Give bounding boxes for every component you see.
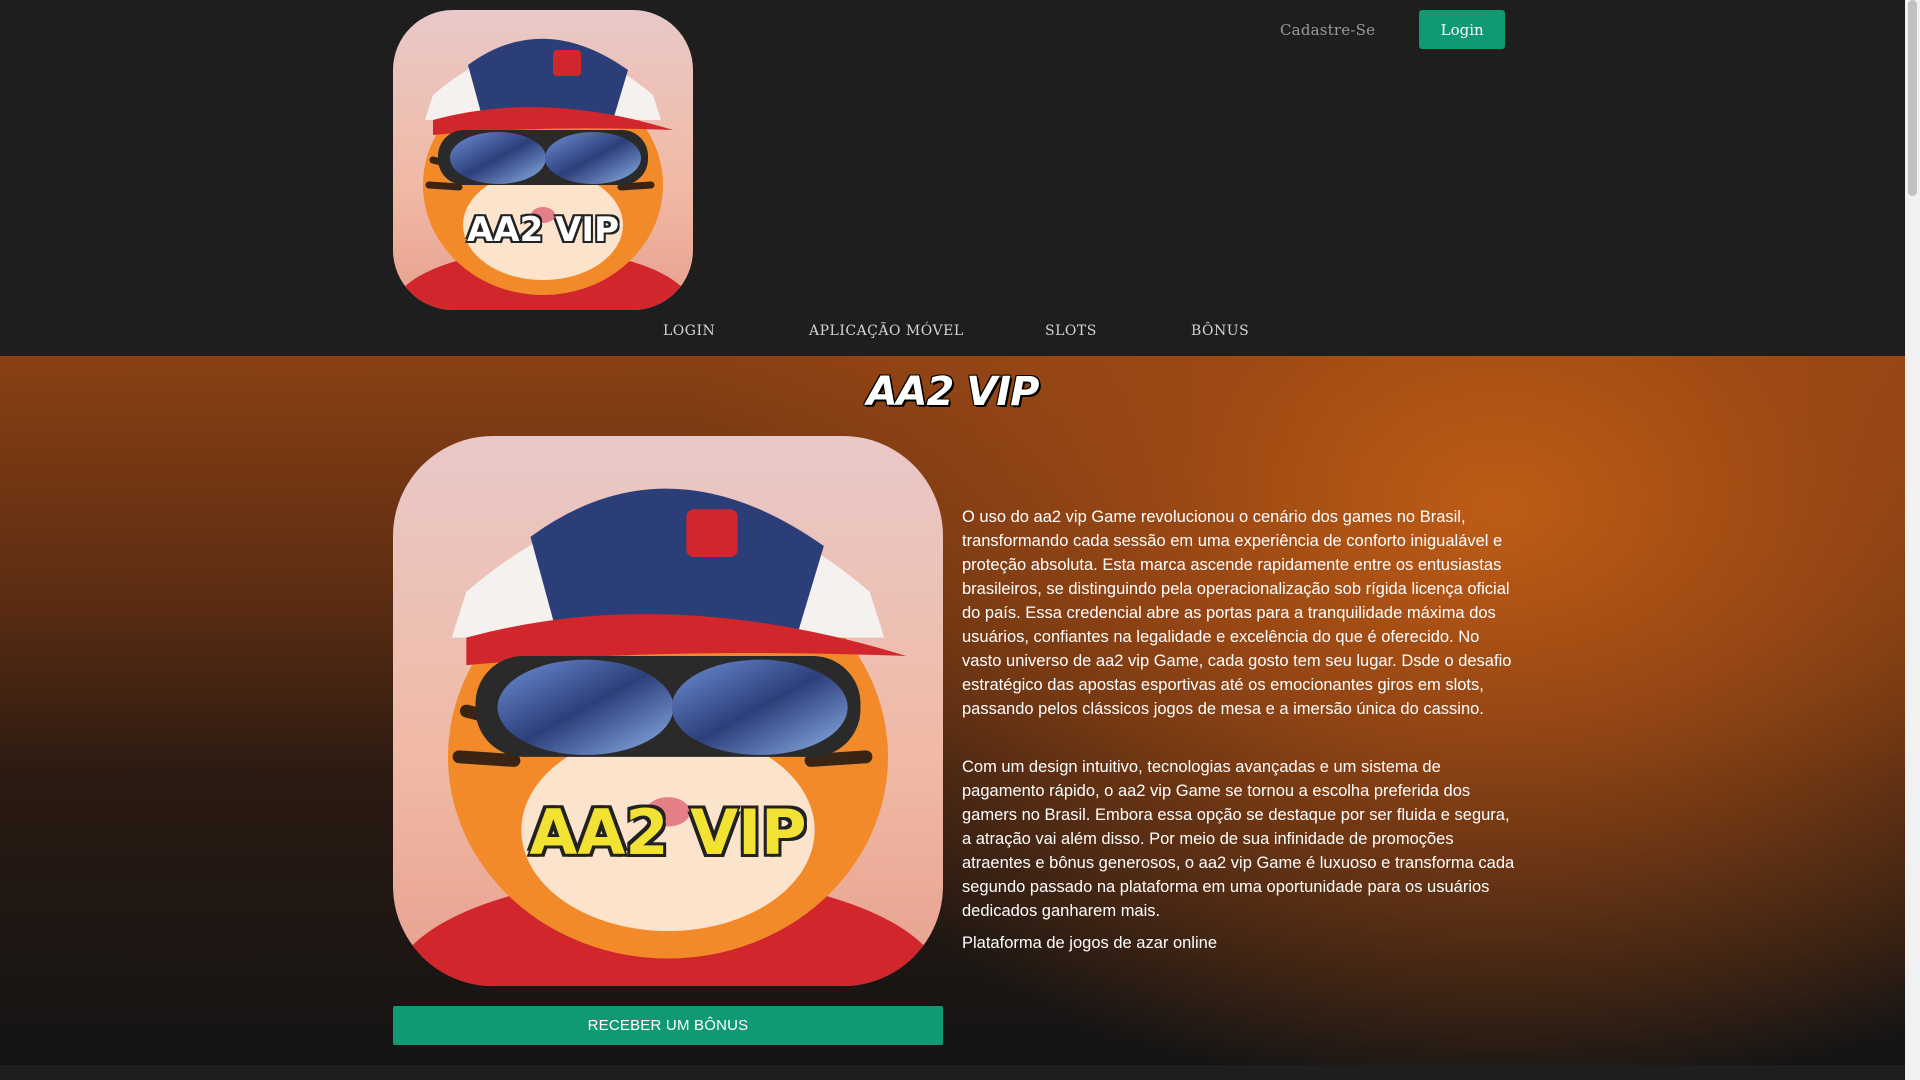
scrollbar-thumb[interactable] — [1908, 0, 1917, 196]
nav-item-slots[interactable]: SLOTS — [1045, 323, 1097, 339]
tiger-mascot-logo-image — [393, 10, 693, 310]
footer-strip — [0, 1065, 1905, 1080]
hero-description: O uso do aa2 vip Game revolucionou o cen… — [962, 505, 1517, 989]
hero-tagline: Plataforma de jogos de azar online — [962, 934, 1217, 952]
hero-image: AA2 VIP — [393, 436, 943, 986]
tiger-mascot-hero-image — [393, 436, 943, 986]
hero-paragraph-2: Com um design intuitivo, tecnologias ava… — [962, 758, 1515, 920]
login-button[interactable]: Login — [1419, 10, 1506, 49]
nav-item-bonus[interactable]: BÔNUS — [1191, 323, 1249, 339]
register-link[interactable]: Cadastre-Se — [1280, 21, 1375, 39]
site-logo[interactable]: AA2 VIP — [393, 10, 693, 310]
hero-section: AA2 VIP AA2 VIP O uso do aa2 vip Game re… — [0, 356, 1905, 1065]
auth-actions: Cadastre-Se Login — [1280, 10, 1506, 49]
hero-paragraph-1: O uso do aa2 vip Game revolucionou o cen… — [962, 508, 1512, 718]
site-header: AA2 VIP Cadastre-Se Login LOGIN APLICAÇÃ… — [0, 0, 1905, 356]
page: AA2 VIP Cadastre-Se Login LOGIN APLICAÇÃ… — [0, 0, 1905, 1080]
page-scrollbar[interactable] — [1905, 0, 1920, 1080]
receive-bonus-button[interactable]: RECEBER UM BÔNUS — [393, 1006, 943, 1045]
nav-item-mobile-app[interactable]: APLICAÇÃO MÓVEL — [809, 323, 964, 339]
hero-title: AA2 VIP — [866, 369, 1040, 415]
logo-text: AA2 VIP — [466, 210, 619, 250]
nav-item-login[interactable]: LOGIN — [663, 323, 715, 339]
hero-image-text: AA2 VIP — [529, 796, 807, 869]
main-nav: LOGIN APLICAÇÃO MÓVEL SLOTS BÔNUS — [0, 323, 1905, 353]
